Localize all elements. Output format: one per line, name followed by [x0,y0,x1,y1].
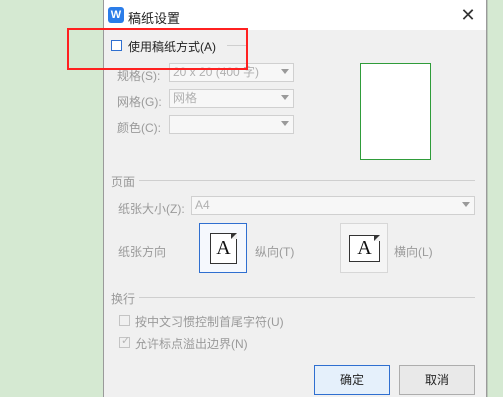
chevron-down-icon [462,202,470,207]
dialog-title: 稿纸设置 [128,11,181,26]
portrait-icon-letter: A [216,237,231,259]
color-select[interactable] [169,115,294,134]
wrap-separator [139,297,475,298]
grid-preview [360,63,431,160]
wps-app-icon: W [108,7,124,23]
chevron-down-icon [281,121,289,126]
wrap-section-label: 换行 [111,292,136,306]
grid-label: 网格(G): [117,95,162,109]
landscape-label[interactable]: 横向(L) [394,243,433,260]
punct-control-label[interactable]: 按中文习惯控制首尾字符(U) [135,313,284,330]
chevron-down-icon [281,95,289,100]
title-bar: W 稿纸设置 ✕ [104,0,486,30]
color-label: 颜色(C): [117,121,161,135]
landscape-page-icon: A [349,235,380,262]
page-fold [374,235,380,241]
punct-control-checkbox[interactable] [119,315,130,326]
background-right [487,0,503,397]
portrait-page-icon: A [210,233,237,264]
portrait-button[interactable]: A [199,223,247,273]
grid-value: 网格 [173,91,198,105]
cancel-button[interactable]: 取消 [399,365,475,395]
annotation-highlight [67,28,248,70]
page-fold [231,233,237,239]
paper-size-select[interactable]: A4 [191,196,475,215]
overflow-label[interactable]: 允许标点溢出边界(N) [135,335,248,352]
landscape-icon-letter: A [357,237,372,259]
checkmark-icon: ✓ [121,335,131,347]
landscape-button[interactable]: A [340,223,388,273]
close-button[interactable]: ✕ [456,4,480,26]
page-separator [139,180,475,181]
paper-size-label: 纸张大小(Z): [118,202,185,216]
overflow-checkbox[interactable]: ✓ [119,335,131,348]
grid-select[interactable]: 网格 [169,89,294,108]
page-section-label: 页面 [111,175,136,189]
ok-button[interactable]: 确定 [314,365,390,395]
portrait-label[interactable]: 纵向(T) [255,243,294,260]
chevron-down-icon [281,69,289,74]
paper-size-value: A4 [195,198,210,212]
orientation-label: 纸张方向 [118,245,167,259]
